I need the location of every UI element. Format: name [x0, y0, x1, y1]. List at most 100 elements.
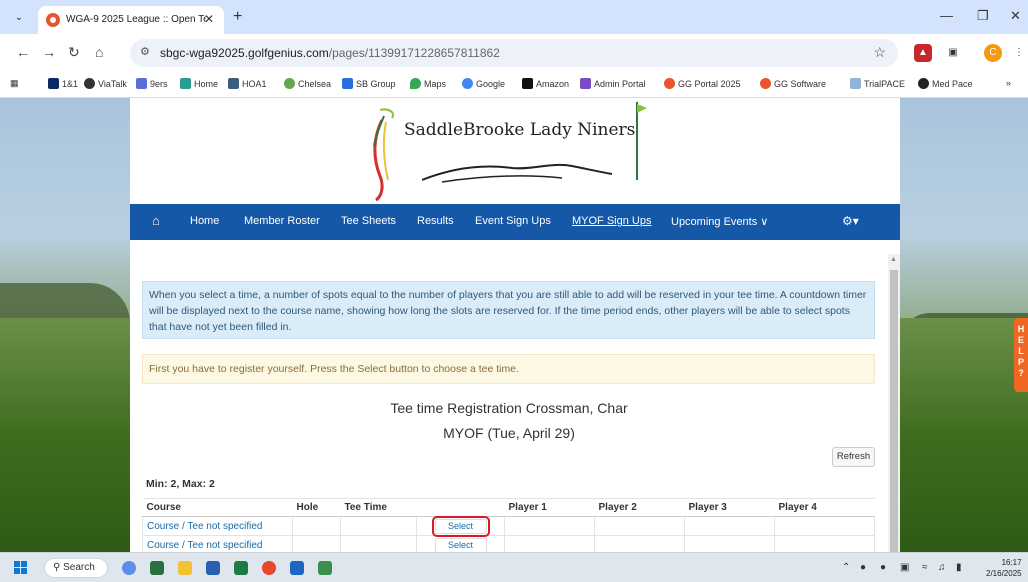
- golfer-swoosh-icon: [373, 108, 394, 202]
- golfgenius-icon: [760, 78, 771, 89]
- bookmark-favicon-icon: [84, 78, 95, 89]
- browser-tab[interactable]: WGA-9 2025 League :: Open Tee T ✕: [38, 6, 224, 34]
- col-course: Course: [142, 498, 293, 517]
- bookmark-chelsea[interactable]: Chelsea: [284, 78, 331, 89]
- player-slot: [594, 516, 685, 536]
- bookmark-maps[interactable]: Maps: [410, 78, 446, 89]
- windows-start-icon[interactable]: [14, 561, 28, 575]
- mail-icon[interactable]: [206, 561, 220, 575]
- bookmark-gg-software[interactable]: GG Software: [760, 78, 826, 89]
- panel-scrollbar[interactable]: ▲: [888, 254, 900, 552]
- nav-home[interactable]: Home: [190, 215, 219, 227]
- select-button[interactable]: Select: [434, 537, 487, 552]
- restore-icon[interactable]: ❐: [977, 8, 989, 24]
- copilot-icon[interactable]: [122, 561, 136, 575]
- profile-avatar[interactable]: C: [984, 44, 1002, 62]
- bookmark-google[interactable]: Google: [462, 78, 505, 89]
- bookmark-sb-group[interactable]: SB Group: [342, 78, 396, 89]
- chrome-icon[interactable]: [262, 561, 276, 575]
- nav-results[interactable]: Results: [417, 215, 454, 227]
- help-tab[interactable]: H E L P ?: [1014, 318, 1028, 392]
- battery-icon[interactable]: ▮: [956, 562, 962, 573]
- bookmark-trialpace[interactable]: TrialPACE: [850, 78, 905, 89]
- tab-close-icon[interactable]: ✕: [204, 12, 214, 26]
- minimize-icon[interactable]: —: [940, 8, 953, 23]
- url-text[interactable]: sbgc-wga92025.golfgenius.com/pages/11399…: [160, 46, 500, 60]
- bookmark-star-icon[interactable]: ☆: [873, 44, 886, 61]
- nav-myof-sign-ups[interactable]: MYOF Sign Ups: [572, 215, 651, 227]
- apps-grid-icon[interactable]: ▦: [10, 78, 19, 89]
- forward-icon[interactable]: →: [42, 44, 56, 60]
- taskbar-clock[interactable]: 16:17 2/16/2025: [986, 557, 1022, 579]
- wifi-icon[interactable]: ≈: [922, 562, 928, 573]
- warning-alert: First you have to register yourself. Pre…: [142, 354, 875, 384]
- outlook-icon[interactable]: [290, 561, 304, 575]
- site-logo[interactable]: SaddleBrooke Lady Niners: [130, 98, 900, 204]
- bookmark-favicon-icon: [918, 78, 929, 89]
- excel-icon[interactable]: [234, 561, 248, 575]
- tray-app-icon[interactable]: ▣: [900, 562, 909, 573]
- search-label: Search: [63, 562, 95, 573]
- bookmark-viatalk[interactable]: ViaTalk: [84, 78, 127, 89]
- tray-overflow-icon[interactable]: ⌃: [842, 562, 850, 573]
- nav-tee-sheets[interactable]: Tee Sheets: [341, 215, 396, 227]
- table-header-row: Course Hole Tee Time Player 1 Player 2 P…: [142, 498, 875, 517]
- bookmarks-overflow-icon[interactable]: »: [1006, 78, 1011, 88]
- extensions-puzzle-icon[interactable]: ▣: [944, 44, 962, 62]
- settings-gear-icon[interactable]: ⚙▾: [842, 214, 859, 228]
- address-bar[interactable]: ⚙ sbgc-wga92025.golfgenius.com/pages/113…: [130, 39, 898, 67]
- site-info-icon[interactable]: ⚙: [140, 45, 150, 58]
- bookmark-favicon-icon: [136, 78, 147, 89]
- nav-event-sign-ups[interactable]: Event Sign Ups: [475, 215, 551, 227]
- scrollbar-thumb[interactable]: [890, 270, 898, 552]
- col-hole: Hole: [292, 498, 341, 517]
- bookmark-gg-portal[interactable]: GG Portal 2025: [664, 78, 741, 89]
- taskbar-search[interactable]: ⚲ Search: [44, 558, 108, 578]
- tab-search-dropdown[interactable]: ⌄: [10, 9, 28, 27]
- url-path: /pages/11399171228657811862: [328, 46, 500, 60]
- bookmark-hoa1[interactable]: HOA1: [228, 78, 267, 89]
- col-tee-time: Tee Time: [340, 498, 417, 517]
- course-cell[interactable]: Course / Tee not specified: [142, 516, 293, 536]
- bookmark-med-pace[interactable]: Med Pace: [918, 78, 973, 89]
- player-slot: [684, 535, 775, 552]
- app-icon[interactable]: [318, 561, 332, 575]
- url-domain: sbgc-wga92025.golfgenius.com: [160, 46, 329, 60]
- home-icon[interactable]: ⌂: [95, 44, 103, 60]
- scroll-up-icon[interactable]: ▲: [890, 256, 897, 263]
- help-letter: P: [1017, 357, 1024, 367]
- browser-toolbar: ← → ↻ ⌂ ⚙ sbgc-wga92025.golfgenius.com/p…: [0, 34, 1028, 72]
- registration-subtitle: MYOF (Tue, April 29): [443, 425, 575, 441]
- app-icon[interactable]: [150, 561, 164, 575]
- pdf-extension-icon[interactable]: ▲: [914, 44, 932, 62]
- browser-menu-icon[interactable]: ⋮: [1010, 44, 1028, 62]
- back-icon[interactable]: ←: [16, 44, 30, 60]
- refresh-button[interactable]: Refresh: [832, 447, 875, 467]
- windows-taskbar: ⚲ Search ⌃ ● ● ▣ ≈ ♫ ▮ 16:17 2/16/2025: [0, 552, 1028, 582]
- map-pin-icon: [410, 78, 421, 89]
- table-row: Course / Tee not specified Select: [142, 515, 875, 537]
- tee-time-cell: [340, 516, 417, 536]
- home-icon[interactable]: ⌂: [152, 213, 160, 228]
- col-player-3: Player 3: [684, 498, 775, 517]
- new-tab-button[interactable]: +: [233, 8, 242, 26]
- background-trees: [0, 283, 130, 323]
- file-explorer-icon[interactable]: [178, 561, 192, 575]
- bookmarks-bar: ▦ 1&1 ViaTalk 9ers Home HOA1 Chelsea SB …: [0, 72, 1028, 98]
- reload-icon[interactable]: ↻: [68, 44, 80, 61]
- bookmark-amazon[interactable]: Amazon: [522, 78, 569, 89]
- tray-app-icon[interactable]: ●: [860, 562, 866, 573]
- help-letter: H: [1017, 324, 1025, 334]
- bookmark-admin-portal[interactable]: Admin Portal: [580, 78, 646, 89]
- select-button[interactable]: Select: [431, 515, 490, 537]
- bookmark-1and1[interactable]: 1&1: [48, 78, 78, 89]
- tray-app-icon[interactable]: ●: [880, 562, 886, 573]
- volume-icon[interactable]: ♫: [938, 562, 946, 573]
- window-close-icon[interactable]: ✕: [1010, 8, 1021, 24]
- nav-upcoming-events[interactable]: Upcoming Events ∨: [671, 215, 768, 228]
- bookmark-home[interactable]: Home: [180, 78, 218, 89]
- nav-member-roster[interactable]: Member Roster: [244, 215, 320, 227]
- course-cell[interactable]: Course / Tee not specified: [142, 535, 293, 552]
- col-select: [416, 498, 505, 517]
- bookmark-9ers[interactable]: 9ers: [136, 78, 168, 89]
